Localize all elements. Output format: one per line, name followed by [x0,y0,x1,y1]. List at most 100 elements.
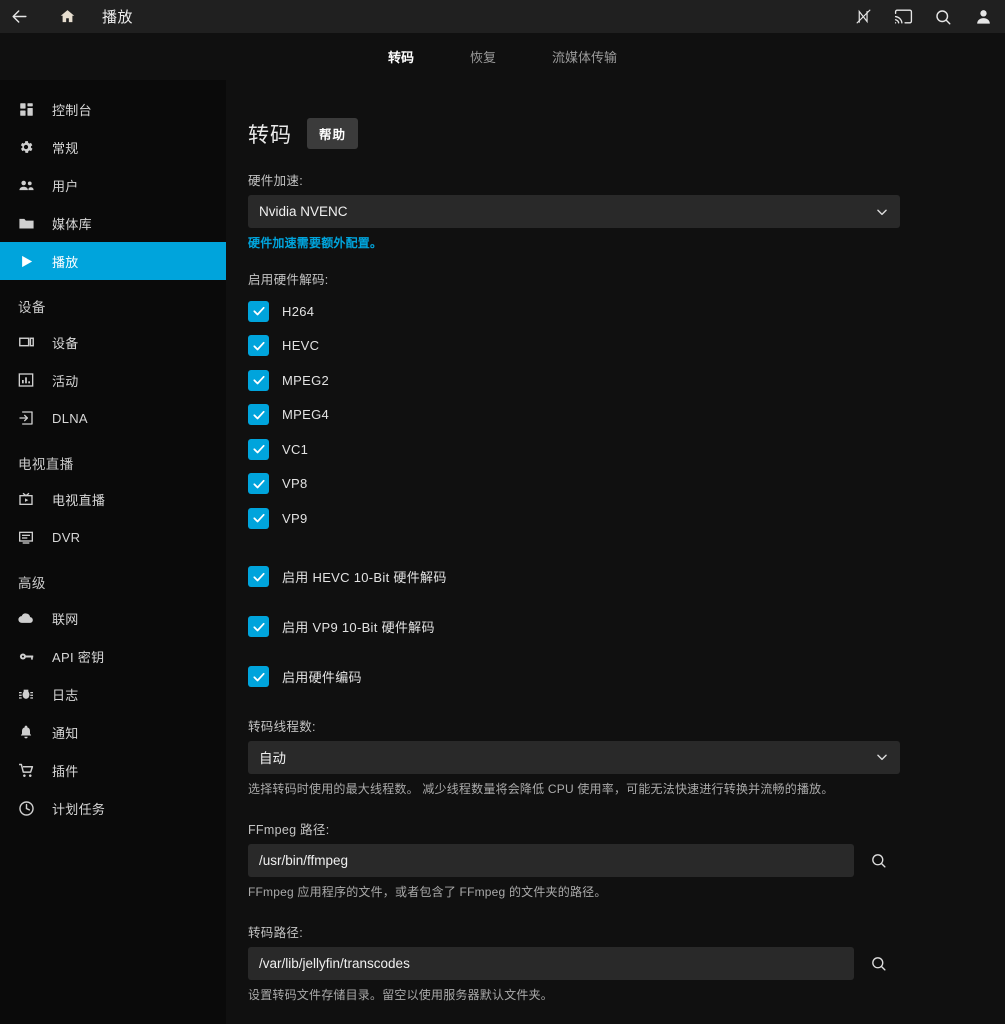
checkbox-label: 启用 VP9 10-Bit 硬件解码 [282,617,435,636]
sidebar-item-logs[interactable]: 日志 [0,675,226,713]
home-button[interactable] [50,0,84,33]
sidebar-item-label: 活动 [52,371,79,390]
cast-button[interactable] [883,0,923,33]
checkbox-row-hevc[interactable]: HEVC [248,329,900,364]
checkbox-row-mpeg2[interactable]: MPEG2 [248,363,900,398]
ffmpeg-path-input-row [248,844,900,877]
transcode-path-note: 设置转码文件存储目录。留空以使用服务器默认文件夹。 [248,986,900,1003]
sidebar-item-users[interactable]: 用户 [0,166,226,204]
codec-checkbox-list: H264 HEVC MPEG2 [248,294,900,536]
sidebar-item-label: 常规 [52,138,79,157]
transcode-path-input[interactable] [248,947,854,980]
checkbox-checked-icon[interactable] [248,473,269,494]
back-button[interactable] [2,0,36,33]
sidebar-item-general[interactable]: 常规 [0,128,226,166]
tab-transcoding[interactable]: 转码 [380,41,422,72]
checkbox-checked-icon[interactable] [248,508,269,529]
sidebar-item-dashboard[interactable]: 控制台 [0,90,226,128]
sidebar-item-api-keys[interactable]: API 密钥 [0,637,226,675]
dvr-icon [0,529,52,545]
ffmpeg-path-browse-button[interactable] [856,844,900,877]
checkbox-row-vp8[interactable]: VP8 [248,467,900,502]
transcode-path-input-row [248,947,900,980]
sidebar-item-devices[interactable]: 设备 [0,323,226,361]
sidebar-item-label: 日志 [52,685,79,704]
checkbox-row-mpeg4[interactable]: MPEG4 [248,398,900,433]
search-button[interactable] [923,0,963,33]
sidebar-item-scheduled-tasks[interactable]: 计划任务 [0,789,226,827]
checkbox-label: MPEG2 [282,373,329,388]
transcode-path-field: 转码路径: 设置转码文件存储目录。留空以使用服务器默认文件夹。 [248,922,900,1003]
user-avatar-icon [974,7,993,26]
checkbox-row-hevc-10bit[interactable]: 启用 HEVC 10-Bit 硬件解码 [248,552,900,602]
checkbox-checked-icon[interactable] [248,335,269,356]
search-icon [870,955,887,972]
title-row: 转码 帮助 [248,118,900,149]
checkbox-label: H264 [282,304,314,319]
thread-count-label: 转码线程数: [248,716,900,735]
page-title: 转码 [248,119,292,149]
checkbox-checked-icon[interactable] [248,370,269,391]
sidebar-item-dvr[interactable]: DVR [0,518,226,556]
hardware-acceleration-note-link[interactable]: 硬件加速需要额外配置。 [248,234,900,251]
transcode-path-browse-button[interactable] [856,947,900,980]
thread-count-value: 自动 [259,747,286,767]
sidebar-item-networking[interactable]: 联网 [0,599,226,637]
checkbox-row-vp9-10bit[interactable]: 启用 VP9 10-Bit 硬件解码 [248,602,900,652]
sidebar-item-plugins[interactable]: 插件 [0,751,226,789]
cast-disabled-button[interactable] [843,0,883,33]
dashboard-icon [0,102,52,117]
search-icon [934,8,952,26]
checkbox-checked-icon[interactable] [248,404,269,425]
ffmpeg-path-label: FFmpeg 路径: [248,819,900,838]
tab-streaming[interactable]: 流媒体传输 [544,41,625,72]
checkbox-checked-icon[interactable] [248,666,269,687]
checkbox-label: VP8 [282,476,307,491]
checkbox-row-hardware-encoding[interactable]: 启用硬件编码 [248,652,900,702]
folder-icon [0,215,52,232]
checkbox-checked-icon[interactable] [248,301,269,322]
sidebar-item-label: 控制台 [52,100,92,119]
ffmpeg-path-note: FFmpeg 应用程序的文件，或者包含了 FFmpeg 的文件夹的路径。 [248,883,900,900]
checkbox-checked-icon[interactable] [248,616,269,637]
checkbox-row-vc1[interactable]: VC1 [248,432,900,467]
checkbox-row-vp9[interactable]: VP9 [248,501,900,536]
user-menu-button[interactable] [963,0,1003,33]
thread-count-select[interactable]: 自动 [248,741,900,774]
sidebar-item-activity[interactable]: 活动 [0,361,226,399]
tab-resume[interactable]: 恢复 [462,41,504,72]
checkbox-checked-icon[interactable] [248,566,269,587]
chevron-down-icon [875,750,889,764]
bell-icon [0,724,52,740]
hardware-acceleration-select[interactable]: Nvidia NVENC [248,195,900,228]
sidebar-item-libraries[interactable]: 媒体库 [0,204,226,242]
chevron-down-icon [875,205,889,219]
sidebar-item-live-tv[interactable]: 电视直播 [0,480,226,518]
tab-bar: 转码 恢复 流媒体传输 [0,33,1005,80]
checkbox-row-h264[interactable]: H264 [248,294,900,329]
cast-disabled-icon [855,8,872,25]
topbar-actions [843,0,1005,33]
ffmpeg-path-input[interactable] [248,844,854,877]
sidebar-group-header-advanced: 高级 [0,556,226,599]
hardware-decoding-label: 启用硬件解码: [248,269,900,288]
devices-icon [0,334,52,351]
help-button[interactable]: 帮助 [307,118,358,149]
hardware-acceleration-label: 硬件加速: [248,170,900,189]
sidebar-item-label: 设备 [52,333,79,352]
sidebar-item-playback[interactable]: 播放 [0,242,226,280]
home-icon [59,8,76,25]
hardware-acceleration-value: Nvidia NVENC [259,204,348,219]
thread-count-note: 选择转码时使用的最大线程数。 减少线程数量将会降低 CPU 使用率，可能无法快速… [248,780,900,797]
checkbox-label: 启用硬件编码 [282,667,362,686]
main-content: 转码 帮助 硬件加速: Nvidia NVENC 硬件加速需要额外配置。 启用硬… [226,80,1005,1024]
sidebar-item-dlna[interactable]: DLNA [0,399,226,437]
sidebar-item-label: 媒体库 [52,214,92,233]
top-app-bar: 播放 [0,0,1005,33]
checkbox-checked-icon[interactable] [248,439,269,460]
checkbox-label: HEVC [282,338,319,353]
bug-icon [0,686,52,702]
cart-icon [0,762,52,779]
sidebar-item-notifications[interactable]: 通知 [0,713,226,751]
sidebar-item-label: 计划任务 [52,799,105,818]
